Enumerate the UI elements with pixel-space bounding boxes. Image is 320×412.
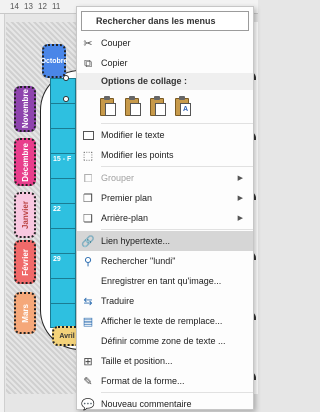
table-cell[interactable]: 15 - F — [51, 154, 75, 179]
menu-item-hyperlink[interactable]: 🔗 Lien hypertexte... — [77, 231, 253, 251]
menu-item-search-word[interactable]: ⚲ Rechercher "lundi" — [77, 251, 253, 271]
menu-item-bring-to-front[interactable]: ❐ Premier plan ▶ — [77, 188, 253, 208]
menu-item-set-default[interactable]: Définir comme zone de texte ... — [77, 331, 253, 351]
paste-options-row: A — [77, 90, 253, 122]
format-shape-icon: ✎ — [83, 374, 93, 388]
copy-icon: ⧉ — [84, 56, 92, 70]
paste-merge-icon[interactable] — [124, 95, 142, 117]
menu-item-send-to-back[interactable]: ❏ Arrière-plan ▶ — [77, 208, 253, 228]
menu-item-format-shape[interactable]: ✎ Format de la forme... — [77, 371, 253, 391]
menu-separator — [101, 392, 253, 393]
month-tab-january: Janvier — [14, 192, 36, 238]
table-cell[interactable] — [51, 129, 75, 154]
table-cell[interactable]: 29 — [51, 254, 75, 279]
paste-picture-icon[interactable] — [149, 95, 167, 117]
comment-icon: 💬 — [81, 397, 95, 411]
size-position-icon: ⊞ — [83, 354, 93, 368]
context-menu: Rechercher dans les menus ✂ Couper ⧉ Cop… — [76, 6, 254, 410]
menu-search-input[interactable]: Rechercher dans les menus — [81, 11, 249, 31]
send-to-back-icon: ❏ — [83, 211, 93, 225]
scissors-icon: ✂ — [83, 36, 93, 50]
paste-keep-source-icon[interactable] — [99, 95, 117, 117]
submenu-arrow-icon: ▶ — [237, 195, 243, 202]
menu-item-translate[interactable]: ⇆ Traduire — [77, 291, 253, 311]
table-cell[interactable] — [51, 279, 75, 304]
month-tab-march: Mars — [14, 292, 36, 334]
menu-item-size-position[interactable]: ⊞ Taille et position... — [77, 351, 253, 371]
menu-item-edit-points[interactable]: ⬚ Modifier les points — [77, 145, 253, 165]
menu-item-cut[interactable]: ✂ Couper — [77, 33, 253, 53]
paste-text-only-icon[interactable]: A — [174, 95, 192, 117]
link-icon: 🔗 — [81, 234, 95, 248]
ruler-number: 13 — [24, 2, 33, 11]
translate-icon: ⇆ — [83, 294, 93, 308]
menu-item-alt-text[interactable]: ▤ Afficher le texte de remplace... — [77, 311, 253, 331]
resize-handle[interactable] — [63, 96, 69, 102]
search-icon: ⚲ — [83, 254, 93, 268]
paste-options-header: Options de collage : — [77, 73, 253, 90]
table-cell[interactable] — [51, 229, 75, 254]
table-cell[interactable] — [51, 179, 75, 204]
submenu-arrow-icon: ▶ — [237, 175, 243, 182]
submenu-arrow-icon: ▶ — [237, 215, 243, 222]
month-tab-october: Octobre — [41, 44, 67, 78]
bring-to-front-icon: ❐ — [83, 191, 93, 205]
alt-text-icon: ▤ — [82, 314, 94, 328]
menu-separator — [101, 123, 253, 124]
edit-points-icon: ⬚ — [82, 148, 94, 162]
edit-text-icon — [81, 128, 95, 142]
menu-item-group[interactable]: ⧠ Grouper ▶ — [77, 168, 253, 188]
menu-item-edit-text[interactable]: Modifier le texte — [77, 125, 253, 145]
month-tab-november: Novembre — [14, 86, 36, 132]
menu-separator — [101, 229, 253, 230]
vertical-ruler — [0, 14, 5, 412]
table-cell[interactable]: 22 — [51, 204, 75, 229]
month-tab-february: Février — [14, 240, 36, 284]
month-tab-december: Décembre — [14, 138, 36, 186]
menu-item-new-comment[interactable]: 💬 Nouveau commentaire — [77, 394, 253, 412]
menu-item-save-as-image[interactable]: Enregistrer en tant qu'image... — [77, 271, 253, 291]
table-cell[interactable] — [51, 104, 75, 129]
menu-separator — [101, 166, 253, 167]
menu-item-copy[interactable]: ⧉ Copier — [77, 53, 253, 73]
selected-table-shape[interactable]: 15 - F 22 29 — [50, 78, 76, 328]
ruler-number: 11 — [52, 2, 61, 11]
ruler-number: 12 — [38, 2, 47, 11]
ruler-number: 14 — [10, 2, 19, 11]
group-icon: ⧠ — [83, 171, 93, 185]
